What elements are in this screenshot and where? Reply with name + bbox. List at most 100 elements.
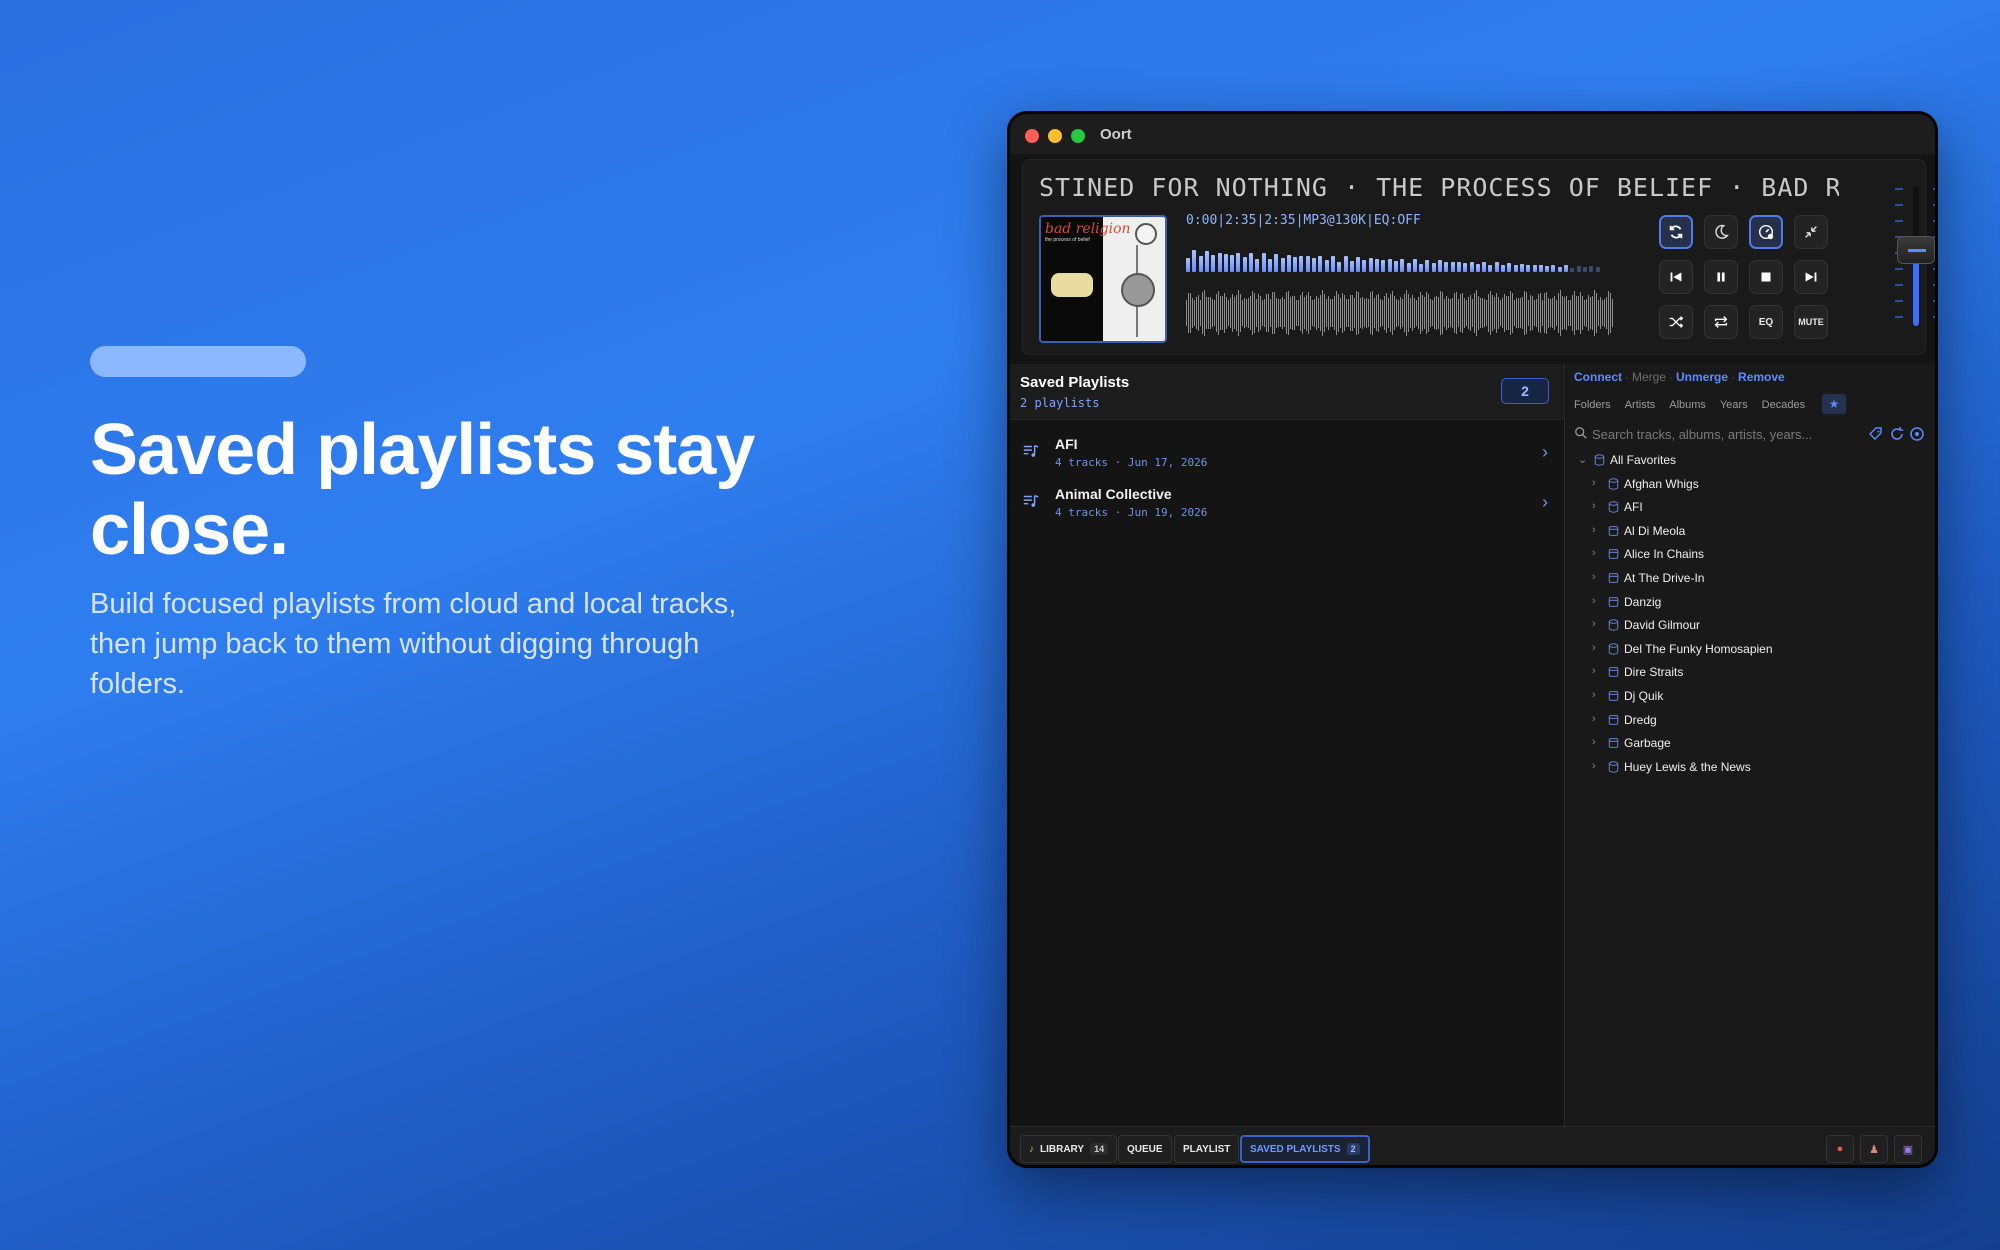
waveform-line (1290, 297, 1291, 329)
playlist-row[interactable]: Animal Collective 4 tracks · Jun 19, 202… (1010, 478, 1564, 528)
tab-years[interactable]: Years (1720, 394, 1748, 416)
tree-artist-row[interactable]: › Alice In Chains (1566, 544, 1935, 566)
tab-library[interactable]: ♪ LIBRARY 14 (1020, 1135, 1118, 1163)
waveform-line (1328, 296, 1329, 330)
tab-queue[interactable]: QUEUE (1118, 1135, 1172, 1163)
zoom-window-button[interactable] (1071, 129, 1085, 143)
waveform-line (1214, 299, 1215, 327)
album-art[interactable]: bad religion the process of belief (1039, 215, 1167, 343)
chevron-right-icon[interactable]: › (1592, 477, 1604, 491)
shuffle-button[interactable] (1659, 305, 1693, 339)
tree-artist-row[interactable]: › Danzig (1566, 592, 1935, 614)
tree-artist-row[interactable]: › At The Drive-In (1566, 568, 1935, 590)
tree-artist-label: Garbage (1624, 736, 1671, 751)
chevron-right-icon[interactable]: › (1592, 524, 1604, 538)
tab-decades[interactable]: Decades (1762, 394, 1805, 416)
next-button[interactable] (1794, 260, 1828, 294)
spectrum-visualizer (1186, 246, 1616, 272)
tree-artist-row[interactable]: › Dredg (1566, 710, 1935, 732)
tab-folders[interactable]: Folders (1574, 394, 1611, 416)
tree-artist-row[interactable]: › Dj Quik (1566, 686, 1935, 708)
eq-button[interactable]: EQ (1749, 305, 1783, 339)
waveform-line (1402, 298, 1403, 328)
volume-slider[interactable] (1891, 178, 1935, 338)
connect-link[interactable]: Connect (1574, 370, 1622, 384)
unmerge-link[interactable]: Unmerge (1676, 370, 1728, 384)
volume-tick (1895, 300, 1903, 302)
waveform-line (1510, 290, 1511, 336)
tab-saved-playlists[interactable]: SAVED PLAYLISTS 2 (1240, 1135, 1370, 1163)
mute-button[interactable]: MUTE (1794, 305, 1828, 339)
waveform-line (1264, 298, 1265, 328)
chevron-right-icon[interactable]: › (1592, 665, 1604, 679)
tree-artist-row[interactable]: › Al Di Meola (1566, 521, 1935, 543)
waveform-line (1390, 293, 1391, 333)
waveform-line (1410, 297, 1411, 329)
chevron-right-icon[interactable]: › (1592, 571, 1604, 585)
spectrum-bar (1507, 262, 1512, 272)
sync-button[interactable] (1659, 215, 1693, 249)
tree-artist-row[interactable]: › Afghan Whigs (1566, 474, 1935, 496)
pause-button[interactable] (1704, 260, 1738, 294)
minimize-window-button[interactable] (1048, 129, 1062, 143)
waveform-line (1284, 299, 1285, 327)
tab-playlist[interactable]: PLAYLIST (1174, 1135, 1240, 1163)
refresh-icon[interactable] (1889, 426, 1905, 442)
tree-artist-row[interactable]: › Del The Funky Homosapien (1566, 639, 1935, 661)
speed-button[interactable] (1749, 215, 1783, 249)
remove-link[interactable]: Remove (1738, 370, 1785, 384)
spectrum-bar (1330, 255, 1335, 272)
spectrum-bar (1293, 256, 1298, 272)
mini-player-button[interactable] (1794, 215, 1828, 249)
waveform-line (1546, 292, 1547, 334)
spectrum-bar (1198, 256, 1203, 272)
waveform-line (1480, 298, 1481, 328)
tree-artist-label: At The Drive-In (1624, 571, 1705, 585)
chevron-right-icon[interactable]: › (1592, 595, 1604, 609)
chevron-right-icon[interactable]: › (1592, 713, 1604, 727)
database-icon (1594, 454, 1605, 466)
mushroom-icon[interactable]: ● (1826, 1135, 1854, 1163)
tree-artist-row[interactable]: › Huey Lewis & the News (1566, 757, 1935, 779)
chevron-right-icon[interactable]: › (1592, 760, 1604, 774)
invader-icon[interactable]: ▣ (1894, 1135, 1922, 1163)
waveform-line (1242, 299, 1243, 327)
close-window-button[interactable] (1025, 129, 1039, 143)
playlist-row[interactable]: AFI 4 tracks · Jun 17, 2026 › (1010, 428, 1564, 478)
previous-button[interactable] (1659, 260, 1693, 294)
chevron-right-icon[interactable]: › (1592, 736, 1604, 750)
joystick-icon[interactable]: ♟ (1860, 1135, 1888, 1163)
tab-albums[interactable]: Albums (1669, 394, 1706, 416)
tab-favorites[interactable]: ★ (1822, 394, 1846, 414)
waveform-seekbar[interactable] (1186, 288, 1616, 338)
volume-knob[interactable] (1897, 236, 1935, 264)
repeat-button[interactable] (1704, 305, 1738, 339)
tree-root-all-favorites[interactable]: ⌄ All Favorites (1566, 450, 1935, 472)
waveform-line (1550, 299, 1551, 327)
chevron-right-icon[interactable]: › (1592, 689, 1604, 703)
waveform-line (1324, 293, 1325, 333)
tree-artist-row[interactable]: › David Gilmour (1566, 615, 1935, 637)
sleep-timer-button[interactable] (1704, 215, 1738, 249)
playlist-meta: 4 tracks · Jun 17, 2026 (1055, 456, 1208, 469)
chevron-right-icon[interactable]: › (1592, 500, 1604, 514)
filter-settings-icon[interactable] (1909, 426, 1925, 442)
search-input[interactable] (1592, 424, 1872, 444)
tree-artist-row[interactable]: › Dire Straits (1566, 662, 1935, 684)
merge-link[interactable]: Merge (1632, 370, 1666, 384)
tree-artist-row[interactable]: › AFI (1566, 497, 1935, 519)
chevron-right-icon[interactable]: › (1592, 642, 1604, 656)
waveform-line (1358, 291, 1359, 335)
chevron-right-icon[interactable]: › (1592, 547, 1604, 561)
waveform-line (1416, 299, 1417, 327)
spectrum-bar (1456, 261, 1461, 272)
tab-artists[interactable]: Artists (1625, 394, 1656, 416)
waveform-line (1488, 294, 1489, 332)
tag-icon[interactable] (1868, 426, 1884, 442)
chevron-right-icon[interactable]: › (1592, 618, 1604, 632)
tree-artist-row[interactable]: › Garbage (1566, 733, 1935, 755)
stop-button[interactable] (1749, 260, 1783, 294)
waveform-line (1300, 294, 1301, 332)
spectrum-bar (1595, 267, 1600, 272)
marketing-headline: Saved playlists stay close. (90, 410, 755, 570)
